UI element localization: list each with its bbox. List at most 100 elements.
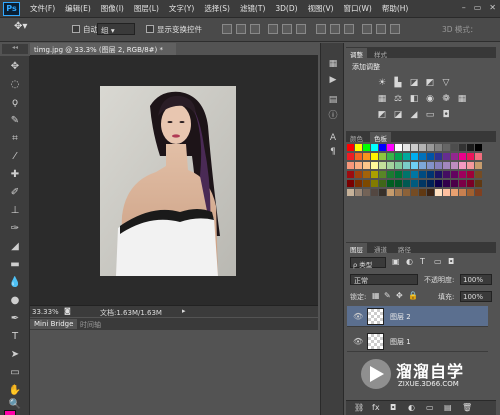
swatch-cell[interactable] bbox=[411, 171, 418, 178]
swatch-cell[interactable] bbox=[347, 180, 354, 187]
swatch-cell[interactable] bbox=[435, 144, 442, 151]
info-panel-icon[interactable]: ⓘ bbox=[327, 109, 339, 121]
adjustment-layer-icon[interactable]: ◐ bbox=[408, 403, 415, 412]
swatch-cell[interactable] bbox=[363, 189, 370, 196]
swatch-cell[interactable] bbox=[427, 144, 434, 151]
swatch-cell[interactable] bbox=[363, 162, 370, 169]
swatch-cell[interactable] bbox=[395, 189, 402, 196]
swatch-cell[interactable] bbox=[371, 162, 378, 169]
swatch-cell[interactable] bbox=[411, 180, 418, 187]
layer-filter-dropdown[interactable]: ρ 类型 bbox=[350, 257, 386, 269]
shape-tool-icon[interactable]: ▭ bbox=[7, 365, 23, 379]
swatch-cell[interactable] bbox=[379, 171, 386, 178]
swatch-cell[interactable] bbox=[403, 189, 410, 196]
distribute-vcenter-icon[interactable] bbox=[330, 24, 340, 34]
swatch-cell[interactable] bbox=[451, 180, 458, 187]
opacity-input[interactable]: 100% bbox=[460, 274, 492, 285]
swatch-cell[interactable] bbox=[411, 153, 418, 160]
swatch-grid[interactable] bbox=[347, 144, 482, 201]
eraser-tool-icon[interactable]: ◢ bbox=[7, 239, 23, 253]
swatch-cell[interactable] bbox=[363, 171, 370, 178]
align-bottom-icon[interactable] bbox=[250, 24, 260, 34]
swatch-cell[interactable] bbox=[395, 180, 402, 187]
actions-panel-icon[interactable]: ▶ bbox=[327, 75, 339, 85]
swatch-cell[interactable] bbox=[459, 180, 466, 187]
swatch-cell[interactable] bbox=[467, 162, 474, 169]
swatch-cell[interactable] bbox=[451, 153, 458, 160]
color-balance-icon[interactable]: ⚖ bbox=[392, 94, 404, 104]
path-select-tool-icon[interactable]: ➤ bbox=[7, 347, 23, 361]
posterize-icon[interactable]: ◪ bbox=[392, 110, 404, 120]
lock-all-icon[interactable]: 🔒 bbox=[408, 291, 418, 300]
swatch-cell[interactable] bbox=[411, 189, 418, 196]
zoom-tool-icon[interactable]: 🔍 bbox=[7, 397, 23, 411]
foreground-color-swatch[interactable] bbox=[4, 410, 16, 415]
swatch-cell[interactable] bbox=[467, 144, 474, 151]
swatch-cell[interactable] bbox=[347, 171, 354, 178]
minimize-button[interactable]: – bbox=[462, 3, 466, 12]
layer-style-icon[interactable]: fx bbox=[372, 403, 380, 412]
show-transform-checkbox[interactable]: 显示变换控件 bbox=[146, 24, 202, 35]
status-menu-arrow-icon[interactable]: ▸ bbox=[182, 307, 186, 315]
swatch-cell[interactable] bbox=[355, 144, 362, 151]
swatch-cell[interactable] bbox=[475, 153, 482, 160]
filter-adjustment-icon[interactable]: ◐ bbox=[406, 257, 413, 266]
swatch-cell[interactable] bbox=[475, 144, 482, 151]
swatch-cell[interactable] bbox=[419, 153, 426, 160]
menu-help[interactable]: 帮助(H) bbox=[382, 3, 409, 14]
channel-mixer-icon[interactable]: ❁ bbox=[440, 94, 452, 104]
filter-type-icon[interactable]: T bbox=[420, 257, 425, 266]
distribute-hcenter-icon[interactable] bbox=[376, 24, 386, 34]
menu-filter[interactable]: 滤镜(T) bbox=[240, 3, 265, 14]
swatch-cell[interactable] bbox=[475, 162, 482, 169]
swatch-cell[interactable] bbox=[379, 153, 386, 160]
menu-layer[interactable]: 图层(L) bbox=[134, 3, 159, 14]
distribute-top-icon[interactable] bbox=[316, 24, 326, 34]
swatch-cell[interactable] bbox=[387, 180, 394, 187]
distribute-left-icon[interactable] bbox=[362, 24, 372, 34]
swatch-cell[interactable] bbox=[435, 153, 442, 160]
auto-select-target-dropdown[interactable]: 组 ▾ bbox=[97, 23, 135, 35]
visibility-eye-icon[interactable]: 👁 bbox=[353, 337, 363, 346]
swatch-cell[interactable] bbox=[435, 180, 442, 187]
swatch-cell[interactable] bbox=[371, 153, 378, 160]
swatch-cell[interactable] bbox=[467, 171, 474, 178]
swatch-cell[interactable] bbox=[347, 153, 354, 160]
photo-filter-icon[interactable]: ◉ bbox=[424, 94, 436, 104]
swatch-cell[interactable] bbox=[347, 189, 354, 196]
swatch-cell[interactable] bbox=[395, 153, 402, 160]
move-tool-preset-icon[interactable]: ✥▾ bbox=[14, 21, 27, 32]
filter-shape-icon[interactable]: ▭ bbox=[434, 257, 442, 266]
new-group-icon[interactable]: ▭ bbox=[426, 403, 434, 412]
swatch-cell[interactable] bbox=[419, 189, 426, 196]
swatch-cell[interactable] bbox=[355, 189, 362, 196]
filter-smart-icon[interactable]: ◘ bbox=[448, 257, 454, 266]
eyedropper-tool-icon[interactable]: ⁄ bbox=[7, 149, 23, 163]
menu-type[interactable]: 文字(Y) bbox=[169, 3, 194, 14]
swatch-cell[interactable] bbox=[387, 189, 394, 196]
swatch-cell[interactable] bbox=[443, 180, 450, 187]
swatch-cell[interactable] bbox=[395, 162, 402, 169]
paragraph-panel-icon[interactable]: ¶ bbox=[327, 147, 339, 157]
swatch-cell[interactable] bbox=[427, 171, 434, 178]
history-panel-icon[interactable]: ▦ bbox=[327, 59, 339, 69]
swatch-cell[interactable] bbox=[363, 144, 370, 151]
swatch-cell[interactable] bbox=[355, 171, 362, 178]
swatch-cell[interactable] bbox=[363, 153, 370, 160]
align-hcenter-icon[interactable] bbox=[282, 24, 292, 34]
swatch-cell[interactable] bbox=[451, 162, 458, 169]
swatch-cell[interactable] bbox=[371, 189, 378, 196]
swatch-cell[interactable] bbox=[427, 162, 434, 169]
document-tab[interactable]: timg.jpg @ 33.3% (图层 2, RGB/8#) * bbox=[30, 43, 176, 55]
brightness-contrast-icon[interactable]: ☀ bbox=[376, 78, 388, 88]
swatch-cell[interactable] bbox=[403, 180, 410, 187]
lock-pixels-icon[interactable]: ✎ bbox=[384, 291, 391, 300]
swatch-cell[interactable] bbox=[451, 144, 458, 151]
swatch-cell[interactable] bbox=[419, 171, 426, 178]
swatch-cell[interactable] bbox=[403, 171, 410, 178]
swatch-cell[interactable] bbox=[419, 162, 426, 169]
close-button[interactable]: ✕ bbox=[489, 3, 496, 12]
swatch-cell[interactable] bbox=[443, 171, 450, 178]
swatch-cell[interactable] bbox=[467, 189, 474, 196]
swatch-cell[interactable] bbox=[467, 180, 474, 187]
